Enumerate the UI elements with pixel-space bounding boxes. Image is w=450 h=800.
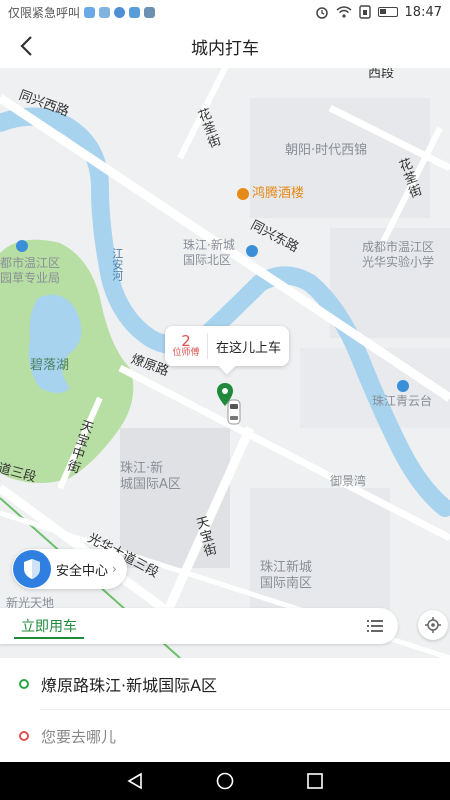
driver-count-unit: 位师傅 [172, 348, 200, 359]
shield-icon [13, 550, 51, 588]
ride-tab-bar: 立即用车 [0, 608, 398, 644]
start-address-row[interactable]: 燎原路珠江·新城国际A区 [0, 658, 450, 710]
status-right: 18:47 [315, 5, 442, 20]
app-notification-icon [129, 6, 141, 18]
map-label: 珠江新城 国际南区 [260, 560, 313, 592]
alarm-icon [315, 7, 328, 19]
map-label: 朝阳·时代西锦 [285, 143, 368, 158]
locate-icon [425, 617, 441, 633]
chevron-left-icon [20, 36, 32, 56]
status-left: 仅限紧急呼叫 [8, 4, 156, 21]
status-time: 18:47 [404, 4, 442, 20]
pickup-bubble[interactable]: 2 位师傅 在这儿上车 [165, 326, 289, 366]
system-nav-bar [0, 762, 450, 800]
screen: 仅限紧急呼叫 18:47 城内打车 同兴西路 西段 花荃街 朝阳·时代西锦 鸿腾… [0, 0, 450, 800]
map-label: 珠江·新 城国际A区 [120, 461, 181, 493]
map-label: 成都市温江区 光华实验小学 [362, 240, 435, 269]
page-title: 城内打车 [191, 38, 259, 59]
safety-center-button[interactable]: 安全中心 › [12, 549, 127, 589]
order-list-icon[interactable] [366, 617, 384, 635]
app-notification-icon [84, 6, 96, 18]
circle-home-icon [216, 772, 234, 790]
destination-row[interactable]: 您要去哪儿 [0, 710, 450, 762]
end-dot-icon [19, 731, 29, 741]
status-bar: 仅限紧急呼叫 18:47 [0, 0, 450, 24]
nav-recents-button[interactable] [300, 766, 330, 796]
wifi-icon [336, 6, 352, 18]
map-label: 珠江·新城 国际北区 [183, 238, 235, 267]
nav-back-button[interactable] [120, 766, 150, 796]
chevron-right-icon: › [112, 562, 117, 576]
driver-count: 2 位师傅 [165, 333, 207, 359]
triangle-back-icon [127, 772, 142, 790]
tab-ride-now[interactable]: 立即用车 [14, 608, 84, 644]
locate-me-button[interactable] [418, 610, 448, 640]
app-notification-icon [99, 6, 111, 18]
carrier-text: 仅限紧急呼叫 [8, 5, 81, 20]
nav-home-button[interactable] [210, 766, 240, 796]
pickup-label: 在这儿上车 [215, 340, 281, 356]
car-icon [227, 399, 241, 425]
address-panel: 燎原路珠江·新城国际A区 您要去哪儿 [0, 658, 450, 762]
square-recents-icon [307, 773, 323, 789]
destination-placeholder: 您要去哪儿 [41, 727, 117, 746]
map-label: 御景湾 [330, 474, 367, 488]
driver-count-number: 2 [181, 331, 191, 350]
battery-icon [377, 7, 398, 17]
map-label: 鸿腾酒楼 [252, 186, 305, 201]
safety-center-label: 安全中心 [56, 563, 109, 579]
back-button[interactable] [10, 30, 42, 62]
start-address: 燎原路珠江·新城国际A区 [41, 676, 218, 695]
start-dot-icon [19, 679, 29, 689]
map-view[interactable]: 同兴西路 西段 花荃街 朝阳·时代西锦 鸿腾酒楼 花荃街 同兴东路 都市温江区 … [0, 68, 450, 658]
app-notification-icon [114, 6, 126, 18]
map-label: 西段 [368, 68, 395, 81]
app-notification-icon [144, 6, 156, 18]
map-label: 珠江青云台 [372, 394, 433, 408]
sim-icon [358, 5, 371, 19]
map-label: 碧落湖 [30, 358, 70, 373]
header: 城内打车 [0, 24, 450, 68]
map-label: 都市温江区 园草专业局 [0, 256, 61, 285]
map-label: 江安河 [110, 248, 124, 281]
